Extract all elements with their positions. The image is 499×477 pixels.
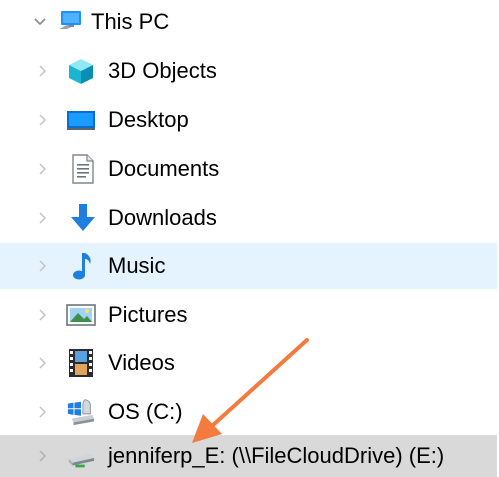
tree-item-label: Desktop (108, 107, 189, 132)
3d-objects-icon (66, 56, 96, 86)
os-drive-icon (66, 397, 96, 427)
chevron-right-icon[interactable] (32, 243, 52, 289)
chevron-right-icon[interactable] (32, 293, 52, 337)
tree-item-label: Pictures (108, 302, 188, 327)
desktop-icon (66, 105, 96, 135)
chevron-right-icon[interactable] (32, 341, 52, 385)
chevron-right-icon[interactable] (32, 196, 52, 240)
pictures-icon (66, 300, 96, 330)
tree-item-label: Videos (108, 350, 175, 375)
chevron-right-icon[interactable] (32, 98, 52, 142)
tree-item-label: 3D Objects (108, 58, 217, 83)
tree-item-label: Downloads (108, 205, 217, 230)
navigation-tree: This PC 3D Objects Desktop Documents Dow… (0, 0, 499, 477)
tree-item-label: jenniferp_E: (\\FileCloudDrive) (E:) (108, 443, 445, 468)
documents-icon (68, 154, 98, 184)
tree-item-music[interactable]: Music (0, 243, 497, 289)
tree-item-this-pc[interactable]: This PC (0, 0, 497, 44)
tree-item-videos[interactable]: Videos (0, 341, 497, 385)
chevron-right-icon[interactable] (32, 147, 52, 191)
tree-item-os-drive[interactable]: OS (C:) (0, 390, 497, 434)
chevron-right-icon[interactable] (32, 435, 52, 477)
this-pc-icon (56, 5, 86, 35)
chevron-down-icon[interactable] (30, 0, 50, 44)
tree-item-label: Documents (108, 156, 220, 181)
tree-item-label: Music (108, 253, 166, 278)
downloads-icon (68, 203, 98, 233)
network-drive-icon (66, 443, 96, 473)
music-icon (68, 251, 98, 281)
tree-item-3d-objects[interactable]: 3D Objects (0, 49, 497, 93)
tree-item-downloads[interactable]: Downloads (0, 196, 497, 240)
tree-item-label: OS (C:) (108, 399, 183, 424)
chevron-right-icon[interactable] (32, 49, 52, 93)
tree-item-label: This PC (91, 9, 170, 34)
videos-icon (66, 348, 96, 378)
tree-item-pictures[interactable]: Pictures (0, 293, 497, 337)
chevron-right-icon[interactable] (32, 390, 52, 434)
tree-item-documents[interactable]: Documents (0, 147, 497, 191)
tree-item-desktop[interactable]: Desktop (0, 98, 497, 142)
tree-item-network-drive[interactable]: jenniferp_E: (\\FileCloudDrive) (E:) (0, 435, 497, 477)
